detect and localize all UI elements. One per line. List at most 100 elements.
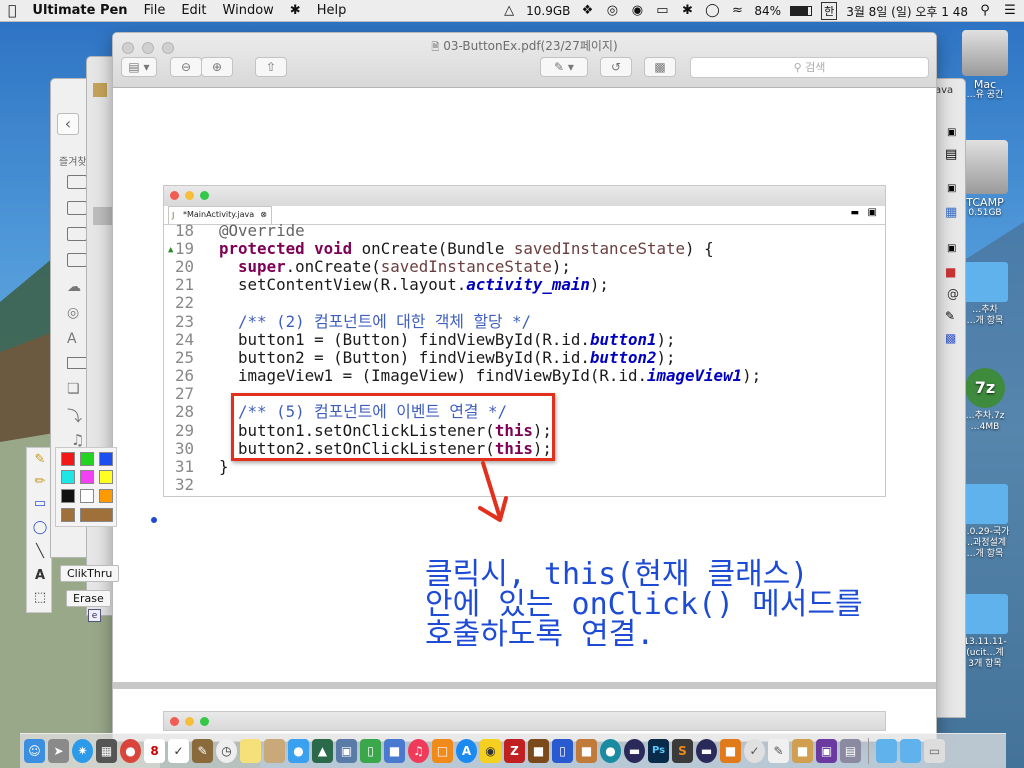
photoshop-icon[interactable]: Ps	[648, 739, 669, 763]
circle-app-icon[interactable]: ●	[600, 739, 621, 763]
task-icon[interactable]: ✎	[945, 309, 955, 323]
apple-menu-icon[interactable]: 	[0, 3, 24, 19]
color-swatch-yellow[interactable]	[99, 470, 113, 484]
cloud-icon[interactable]: ☁	[67, 279, 81, 295]
hierarchy-icon[interactable]: ▦	[945, 205, 957, 220]
brush-tool-icon[interactable]: ✏	[30, 472, 50, 492]
photo-stack-icon[interactable]: ■	[576, 739, 597, 763]
outline-icon[interactable]: ▤	[945, 147, 957, 162]
reminders-icon[interactable]: ✓	[168, 739, 189, 763]
search-input[interactable]: ⚲ 검색	[690, 57, 929, 78]
color-swatch-black[interactable]	[61, 489, 75, 503]
archive-app-icon[interactable]: ■	[792, 739, 813, 763]
airplay-icon[interactable]: ▭	[654, 4, 670, 18]
input-method[interactable]: 한	[821, 2, 838, 20]
folder-stack-icon[interactable]	[876, 739, 897, 763]
check-app-icon[interactable]: ✓	[744, 739, 765, 763]
menu-help[interactable]: Help	[309, 3, 355, 18]
eclipse-small-icon[interactable]: e	[88, 609, 101, 622]
terminal-app-icon[interactable]: ■	[528, 739, 549, 763]
folder-app-icon[interactable]: ▯	[552, 739, 573, 763]
sidebar-view-button[interactable]: ▤ ▾	[121, 57, 157, 77]
browser-window-icon[interactable]: ▤	[840, 739, 861, 763]
battery-icon[interactable]	[790, 6, 813, 16]
launcher-grid-icon[interactable]: ▦	[96, 739, 117, 763]
console-icon[interactable]: ▩	[945, 331, 956, 345]
chat-icon[interactable]: ◯	[704, 4, 720, 18]
script-menu-icon[interactable]: ✱	[282, 3, 309, 18]
plugin-icon[interactable]: ■	[945, 265, 956, 279]
clock[interactable]: 3월 8일 (일) 오후 1 48	[846, 3, 968, 20]
folder-icon[interactable]	[67, 253, 87, 267]
sync-icon[interactable]: ◎	[604, 4, 620, 18]
color-swatch-magenta[interactable]	[80, 470, 94, 484]
eclipse-app-icon-2[interactable]: ▬	[696, 739, 717, 763]
at-icon[interactable]: @	[947, 287, 959, 301]
toolbox-button[interactable]: ▩	[644, 57, 676, 77]
restore-icon[interactable]: ▣	[947, 243, 956, 254]
downloads-stack-icon[interactable]	[900, 739, 921, 763]
dropbox-icon[interactable]: ❖	[579, 4, 595, 18]
folder-icon[interactable]	[67, 201, 87, 215]
folder-icon[interactable]	[67, 227, 87, 241]
calendar-icon[interactable]: 8	[144, 739, 165, 763]
documents-icon[interactable]: ❏	[67, 381, 80, 397]
menu-window[interactable]: Window	[215, 3, 282, 18]
app-store-icon[interactable]: A	[456, 739, 477, 763]
bluetooth-icon[interactable]: ✱	[679, 4, 695, 18]
stickies-icon[interactable]	[240, 739, 261, 763]
color-swatch-red[interactable]	[61, 452, 75, 466]
music-app-icon[interactable]: ♫	[408, 739, 429, 763]
color-swatch-blue[interactable]	[99, 452, 113, 466]
preview-icon[interactable]: ▣	[336, 739, 357, 763]
chrome-icon[interactable]: ●	[120, 739, 141, 763]
battery-percent[interactable]: 84%	[754, 4, 781, 18]
restore-icon[interactable]: ▣	[947, 183, 956, 194]
color-swatch-orange[interactable]	[99, 489, 113, 503]
line-tool-icon[interactable]: ╲	[30, 542, 50, 562]
pen-tool-icon[interactable]: ✎	[30, 450, 50, 470]
script-app-icon[interactable]: ✎	[768, 739, 789, 763]
trash-icon[interactable]: ▭	[924, 739, 945, 763]
rectangle-tool-icon[interactable]: ▭	[30, 494, 50, 514]
ellipse-tool-icon[interactable]: ◯	[30, 518, 50, 538]
color-swatch-green[interactable]	[80, 452, 94, 466]
menu-file[interactable]: File	[136, 3, 174, 18]
eclipse-app-icon[interactable]: ▬	[624, 739, 645, 763]
airdrop-icon[interactable]: ◎	[67, 305, 79, 321]
numbers-icon[interactable]: ▯	[360, 739, 381, 763]
restore-icon[interactable]: ▣	[947, 127, 956, 138]
safari-icon[interactable]: ✷	[72, 739, 93, 763]
finder-icon[interactable]: ☺	[24, 739, 45, 763]
sublime-icon[interactable]: S	[672, 739, 693, 763]
applications-icon[interactable]: A	[67, 331, 77, 347]
kakaotalk-icon[interactable]: ◉	[480, 739, 501, 763]
contacts-icon[interactable]	[264, 739, 285, 763]
color-swatch-white[interactable]	[80, 489, 94, 503]
wifi-icon[interactable]: ≈	[729, 4, 745, 18]
zoom-in-button[interactable]: ⊕	[201, 57, 233, 77]
bell-icon[interactable]: △	[501, 4, 517, 18]
filezilla-icon[interactable]: Z	[504, 739, 525, 763]
zoom-out-button[interactable]: ⊖	[170, 57, 202, 77]
selection-tool-icon[interactable]: ⬚	[30, 588, 50, 608]
color-swatch-cyan[interactable]	[61, 470, 75, 484]
photo-icon[interactable]: ▲	[312, 739, 333, 763]
desktop-icon[interactable]	[67, 357, 87, 369]
markup-pen-button[interactable]: ✎ ▾	[540, 57, 588, 77]
finder-back-button[interactable]: ‹	[57, 113, 79, 135]
spotlight-icon[interactable]: ⚲	[977, 4, 993, 18]
menu-edit[interactable]: Edit	[173, 3, 214, 18]
app-menu[interactable]: Ultimate Pen	[24, 3, 135, 18]
rotate-button[interactable]: ↺	[600, 57, 632, 77]
folder-icon[interactable]	[67, 175, 87, 189]
memory-status[interactable]: 10.9GB	[526, 4, 570, 18]
notification-center-icon[interactable]: ☰	[1002, 4, 1018, 18]
notes-icon[interactable]: ✎	[192, 739, 213, 763]
clock-icon[interactable]: ◷	[216, 739, 237, 763]
messages-icon[interactable]: ●	[288, 739, 309, 763]
downloads-icon[interactable]: ⤵	[67, 405, 82, 426]
ibooks-icon[interactable]: □	[432, 739, 453, 763]
text-tool-icon[interactable]: A	[30, 566, 50, 586]
share-button[interactable]: ⇧	[255, 57, 287, 77]
